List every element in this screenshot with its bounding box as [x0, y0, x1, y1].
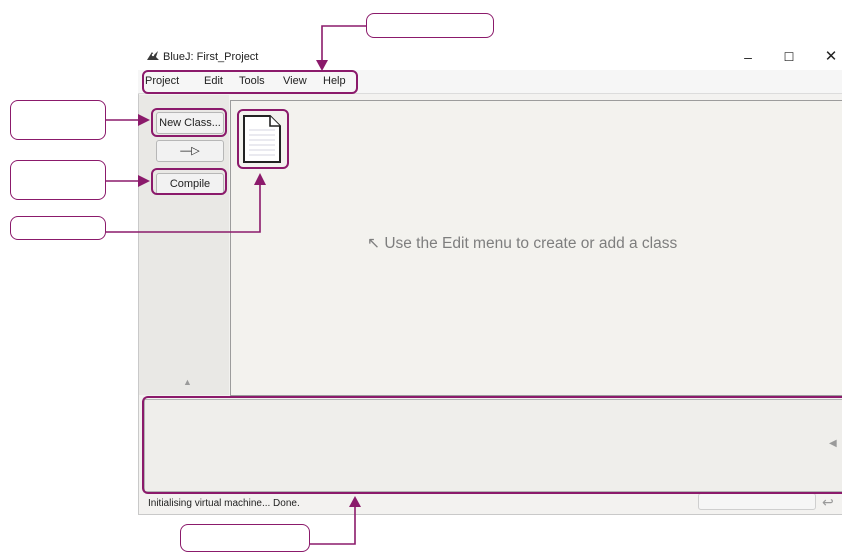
hint-text: Use the Edit menu to create or add a cla…: [384, 235, 678, 252]
new-class-highlight: [151, 108, 227, 137]
document-icon-highlight: [237, 109, 289, 169]
new-class-callout: [10, 100, 106, 140]
scroll-up-icon[interactable]: ▲: [183, 377, 192, 387]
message-pane-highlight: [142, 396, 842, 494]
minimize-button[interactable]: –: [733, 46, 763, 68]
bluej-bird-icon: [146, 49, 160, 63]
close-button[interactable]: ✕: [816, 46, 842, 68]
status-field: [698, 493, 816, 510]
menu-bar-highlight: [142, 70, 358, 94]
message-pane-callout: [180, 524, 310, 552]
uses-arrow-button[interactable]: —▷: [156, 140, 224, 162]
edit-menu-hint: ↖ Use the Edit menu to create or add a c…: [367, 234, 677, 253]
maximize-button[interactable]: ☐: [774, 46, 804, 68]
compile-callout: [10, 160, 106, 200]
status-message: Initialising virtual machine... Done.: [148, 498, 300, 509]
reset-machine-icon[interactable]: ↩: [822, 494, 834, 511]
compile-highlight: [151, 168, 227, 195]
hint-arrow-icon: ↖: [367, 235, 380, 252]
menu-bar-callout: [366, 13, 494, 38]
window-title: BlueJ: First_Project: [163, 51, 259, 63]
package-callout: [10, 216, 106, 240]
